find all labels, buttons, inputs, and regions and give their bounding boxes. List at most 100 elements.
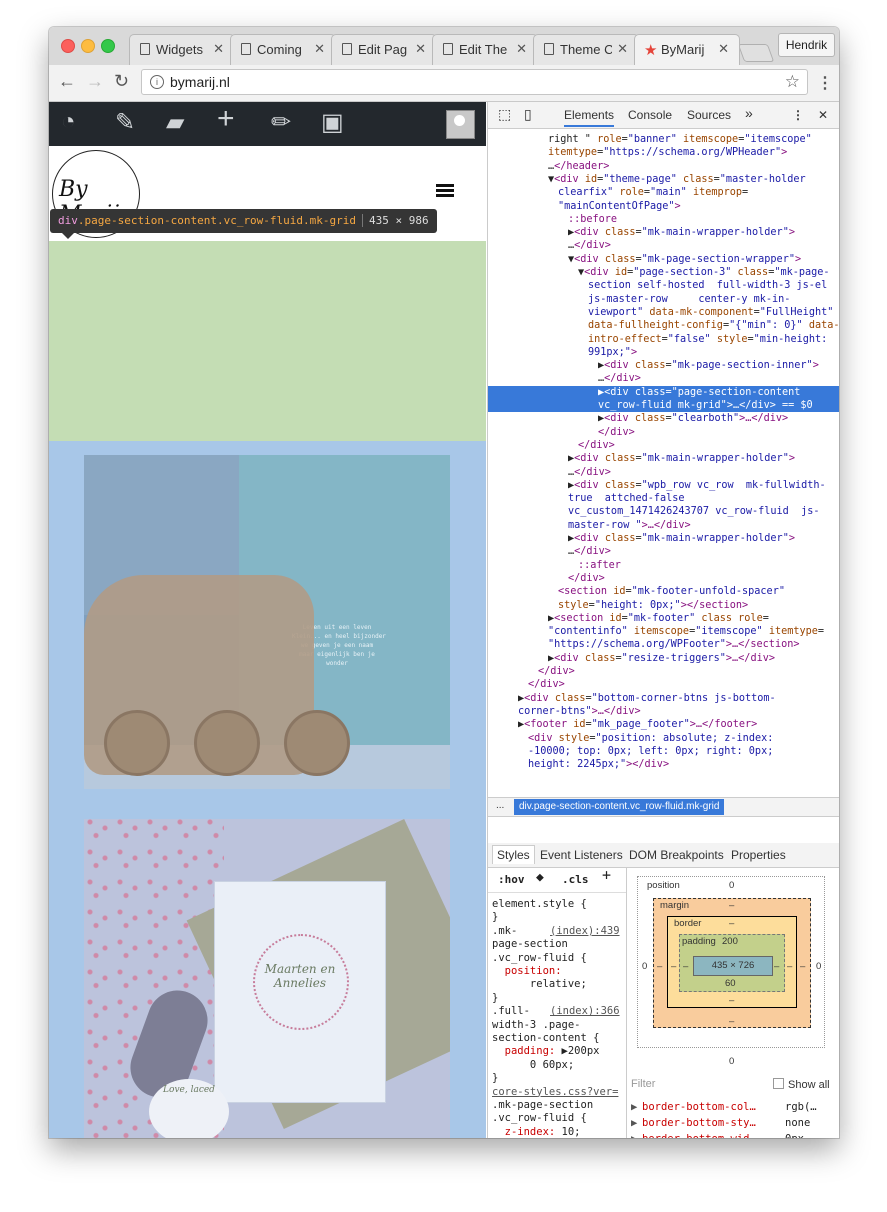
- style-rule-line[interactable]: element.style {: [492, 898, 626, 911]
- close-tab-icon[interactable]: ✕: [516, 41, 527, 57]
- margin-right[interactable]: –: [800, 961, 805, 972]
- style-rule-line[interactable]: 0 60px;: [492, 1059, 626, 1072]
- style-rule-line[interactable]: .mk-page-section: [492, 1099, 626, 1112]
- dom-node-line[interactable]: master-row ">…</div>: [488, 519, 839, 532]
- dashboard-icon[interactable]: ◔: [61, 108, 76, 136]
- dom-node-line[interactable]: …</div>: [488, 372, 839, 385]
- tab-dom-breakpoints[interactable]: DOM Breakpoints: [629, 848, 724, 862]
- comments-icon[interactable]: ▰: [166, 108, 184, 137]
- tab-event-listeners[interactable]: Event Listeners: [540, 848, 623, 862]
- style-rule-line[interactable]: padding: ▶200px: [492, 1045, 626, 1058]
- style-rule-line[interactable]: .vc_row-fluid {: [492, 1112, 626, 1125]
- style-value[interactable]: 10;: [555, 1126, 581, 1138]
- padding-bottom[interactable]: 60: [725, 978, 736, 989]
- tab-theme[interactable]: Theme C ✕: [533, 34, 639, 65]
- dom-node-line[interactable]: "mainContentOfPage">: [488, 200, 839, 213]
- style-rule-line[interactable]: relative;: [492, 978, 626, 991]
- expand-arrow-icon[interactable]: ▶: [631, 1101, 637, 1113]
- dom-node-line[interactable]: corner-btns">…</div>: [488, 705, 839, 718]
- bookmark-star-icon[interactable]: ☆: [785, 72, 800, 92]
- new-content-plus-icon[interactable]: +: [217, 102, 235, 136]
- hamburger-menu-icon[interactable]: [436, 184, 454, 197]
- user-avatar[interactable]: [446, 110, 475, 139]
- dom-node-line[interactable]: style="height: 0px;"></section>: [488, 599, 839, 612]
- tab-bymarij[interactable]: ★ ByMarij ✕: [634, 34, 740, 65]
- box-content[interactable]: 435 × 726: [693, 956, 773, 976]
- breadcrumb-current[interactable]: div.page-section-content.vc_row-fluid.mk…: [514, 799, 725, 815]
- hov-toggle[interactable]: :hov: [498, 873, 525, 886]
- dom-node-line[interactable]: </div>: [488, 439, 839, 452]
- position-top[interactable]: 0: [729, 880, 734, 891]
- style-rule-line[interactable]: section-content {: [492, 1032, 626, 1045]
- dom-node-line[interactable]: ▼<div id="theme-page" class="master-hold…: [488, 173, 839, 186]
- address-bar[interactable]: i bymarij.nl ☆: [141, 69, 808, 95]
- tab-widgets[interactable]: Widgets ✕: [129, 34, 235, 65]
- close-tab-icon[interactable]: ✕: [213, 41, 224, 57]
- tab-edit-page[interactable]: Edit Pag ✕: [331, 34, 437, 65]
- source-link[interactable]: (index):366: [550, 1005, 620, 1018]
- minimize-window-button[interactable]: [81, 39, 95, 53]
- dom-node-line[interactable]: height: 2245px;"></div>: [488, 758, 839, 771]
- dom-node-line[interactable]: …</div>: [488, 545, 839, 558]
- dom-node-line[interactable]: </div>: [488, 665, 839, 678]
- position-bottom[interactable]: 0: [729, 1056, 734, 1067]
- selected-dom-node-line[interactable]: vc_row-fluid mk-grid">…</div> == $0: [488, 399, 839, 413]
- expand-arrow-icon[interactable]: ▶: [631, 1117, 637, 1129]
- margin-bottom[interactable]: –: [729, 1016, 734, 1027]
- dom-node-line[interactable]: "contentinfo" itemscope = "itemscope" item…: [488, 625, 839, 638]
- dom-node-line[interactable]: …</div>: [488, 466, 839, 479]
- dom-node-line[interactable]: -10000; top: 0px; left: 0px; right: 0px;: [488, 745, 839, 758]
- border-left[interactable]: –: [671, 961, 676, 972]
- dom-node-line[interactable]: ▶<div class="mk-main-wrapper-holder">: [488, 226, 839, 239]
- dom-node-line[interactable]: ▼<div id="page-section-3" class="mk-page…: [488, 266, 839, 279]
- dom-node-line[interactable]: ▶<footer id="mk_page_footer">…</footer>: [488, 718, 839, 731]
- tab-properties[interactable]: Properties: [731, 848, 786, 862]
- style-rule-line[interactable]: core-styles.css?ver=: [492, 1086, 626, 1099]
- border-bottom[interactable]: –: [729, 995, 734, 1006]
- dom-node-line[interactable]: js-master-row center-y mk-in-: [488, 293, 839, 306]
- dom-node-line[interactable]: ▶<div class="mk-page-section-inner">: [488, 359, 839, 372]
- position-right[interactable]: 0: [816, 961, 821, 972]
- dom-node-line[interactable]: data-fullheight-config="{"min": 0}" data…: [488, 319, 839, 332]
- dom-node-line[interactable]: itemtype="https://schema.org/WPHeader">: [488, 146, 839, 159]
- dom-node-line[interactable]: ▼<div class="mk-page-section-wrapper">: [488, 253, 839, 266]
- margin-left[interactable]: –: [657, 961, 662, 972]
- border-top[interactable]: –: [729, 918, 734, 929]
- dom-node-line[interactable]: ▶<div class="clearboth">…</div>: [488, 412, 839, 425]
- profile-button[interactable]: Hendrik: [778, 33, 835, 57]
- dom-node-line[interactable]: …</header>: [488, 160, 839, 173]
- new-rule-button[interactable]: +: [602, 868, 611, 883]
- more-tabs-chevron-icon[interactable]: »: [745, 105, 753, 121]
- style-value[interactable]: ▶200px: [555, 1045, 600, 1057]
- dom-node-line[interactable]: ▶<div class="wpb_row vc_row mk-fullwidth…: [488, 479, 839, 492]
- new-tab-button[interactable]: [737, 44, 775, 62]
- margin-top[interactable]: –: [729, 900, 734, 911]
- style-rule-line[interactable]: .full- (index):366: [492, 1005, 626, 1018]
- padding-top[interactable]: 200: [722, 936, 738, 947]
- back-arrow-icon[interactable]: ←: [58, 71, 76, 92]
- close-tab-icon[interactable]: ✕: [314, 41, 325, 57]
- browser-menu-icon[interactable]: ⋮: [817, 73, 833, 93]
- style-rule-line[interactable]: }: [492, 992, 626, 1005]
- elements-tree[interactable]: right " role = "banner" itemscope = "itemsco…: [488, 129, 839, 797]
- tab-console[interactable]: Console: [628, 108, 672, 122]
- style-rule-line[interactable]: width-3 .page-: [492, 1019, 626, 1032]
- style-rule-line[interactable]: position:: [492, 965, 626, 978]
- dom-node-line[interactable]: clearfix" role="main" itemprop=: [488, 186, 839, 199]
- selected-dom-node-line[interactable]: ▶<div class="page-section-content: [488, 385, 839, 399]
- style-rule-line[interactable]: .vc_row-fluid {: [492, 952, 626, 965]
- tab-edit-theme[interactable]: Edit The ✕: [432, 34, 538, 65]
- dom-node-line[interactable]: </div>: [488, 678, 839, 691]
- style-rule-line[interactable]: z-index: 10;: [492, 1126, 626, 1138]
- dom-node-line[interactable]: "https://schema.org/WPFooter">…</section…: [488, 638, 839, 651]
- style-rule-line[interactable]: }: [492, 1072, 626, 1085]
- forward-arrow-icon[interactable]: →: [86, 71, 104, 92]
- style-rule-line[interactable]: .mk- (index):439: [492, 925, 626, 938]
- close-window-button[interactable]: [61, 39, 75, 53]
- dom-node-line[interactable]: <section id="mk-footer-unfold-spacer": [488, 585, 839, 598]
- info-icon[interactable]: i: [150, 75, 164, 89]
- dom-node-line[interactable]: ▶<div class="resize-triggers">…</div>: [488, 652, 839, 665]
- dom-node-line[interactable]: ::after: [488, 559, 839, 572]
- checkbox-icon[interactable]: [773, 1078, 784, 1089]
- tab-styles[interactable]: Styles: [492, 845, 535, 864]
